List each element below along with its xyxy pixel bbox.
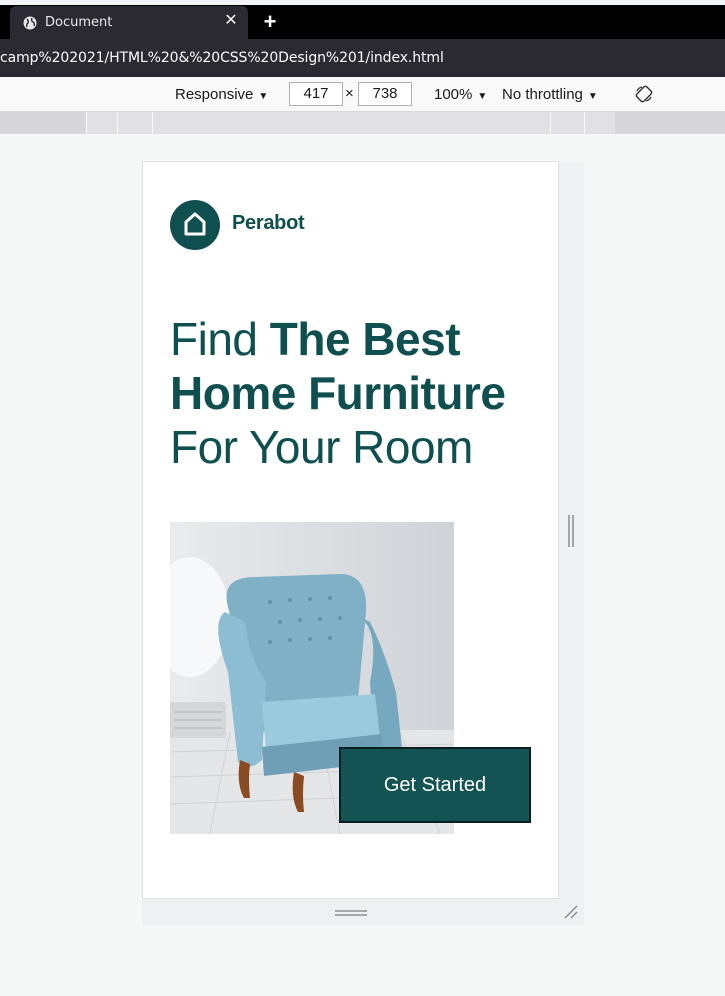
throttling-selector[interactable]: No throttling ▼ (502, 86, 598, 103)
throttling-label: No throttling (502, 86, 583, 103)
responsive-toolbar: Responsive ▼ 417 × 738 100% ▼ No throttlin… (0, 77, 725, 112)
tab-title: Document (45, 15, 113, 30)
zoom-label: 100% (434, 86, 473, 103)
address-bar[interactable]: camp%202021/HTML%20&%20CSS%20Design%201/… (0, 39, 725, 77)
device-label: Responsive (175, 86, 254, 103)
media-query-segment[interactable] (584, 112, 615, 134)
device-selector[interactable]: Responsive ▼ (175, 86, 268, 103)
browser-tab[interactable]: Document ✕ (10, 6, 248, 39)
dropdown-arrow-icon: ▼ (477, 91, 488, 102)
brand-logo[interactable] (170, 200, 220, 250)
url-text: camp%202021/HTML%20&%20CSS%20Design%201/… (0, 50, 444, 66)
zoom-selector[interactable]: 100% ▼ (434, 86, 487, 103)
globe-icon (23, 16, 37, 30)
resize-handle-bottom[interactable] (335, 910, 367, 916)
hero-line3-light: For Your Room (170, 421, 473, 473)
media-query-segment[interactable] (86, 112, 117, 134)
dropdown-arrow-icon: ▼ (587, 91, 598, 102)
tab-bar: Document ✕ + (0, 5, 725, 39)
media-query-bar (0, 112, 725, 134)
media-query-segment[interactable] (117, 112, 152, 134)
resize-corner-icon[interactable] (563, 904, 579, 920)
page-viewport: Perabot Find The Best Home Furniture For Y… (142, 161, 559, 899)
hero-line2-bold: Home Furniture (170, 367, 506, 419)
dimension-separator: × (345, 85, 354, 102)
plus-icon[interactable]: + (261, 11, 279, 33)
get-started-button[interactable]: Get Started (339, 747, 531, 823)
home-icon (184, 212, 206, 236)
media-query-segment[interactable] (550, 112, 584, 134)
resize-handle-right[interactable] (568, 515, 574, 547)
rotate-icon[interactable] (635, 85, 653, 103)
brand-name[interactable]: Perabot (232, 212, 305, 235)
media-query-segment[interactable] (152, 112, 550, 134)
hero-line1-bold: The Best (269, 313, 461, 365)
viewport-height-input[interactable]: 738 (358, 82, 412, 106)
dropdown-arrow-icon: ▼ (258, 91, 269, 102)
hero-line1-light: Find (170, 313, 270, 365)
hero-heading: Find The Best Home Furniture For Your Room (170, 312, 550, 474)
viewport-width-input[interactable]: 417 (289, 82, 343, 106)
close-icon[interactable]: ✕ (222, 12, 240, 30)
